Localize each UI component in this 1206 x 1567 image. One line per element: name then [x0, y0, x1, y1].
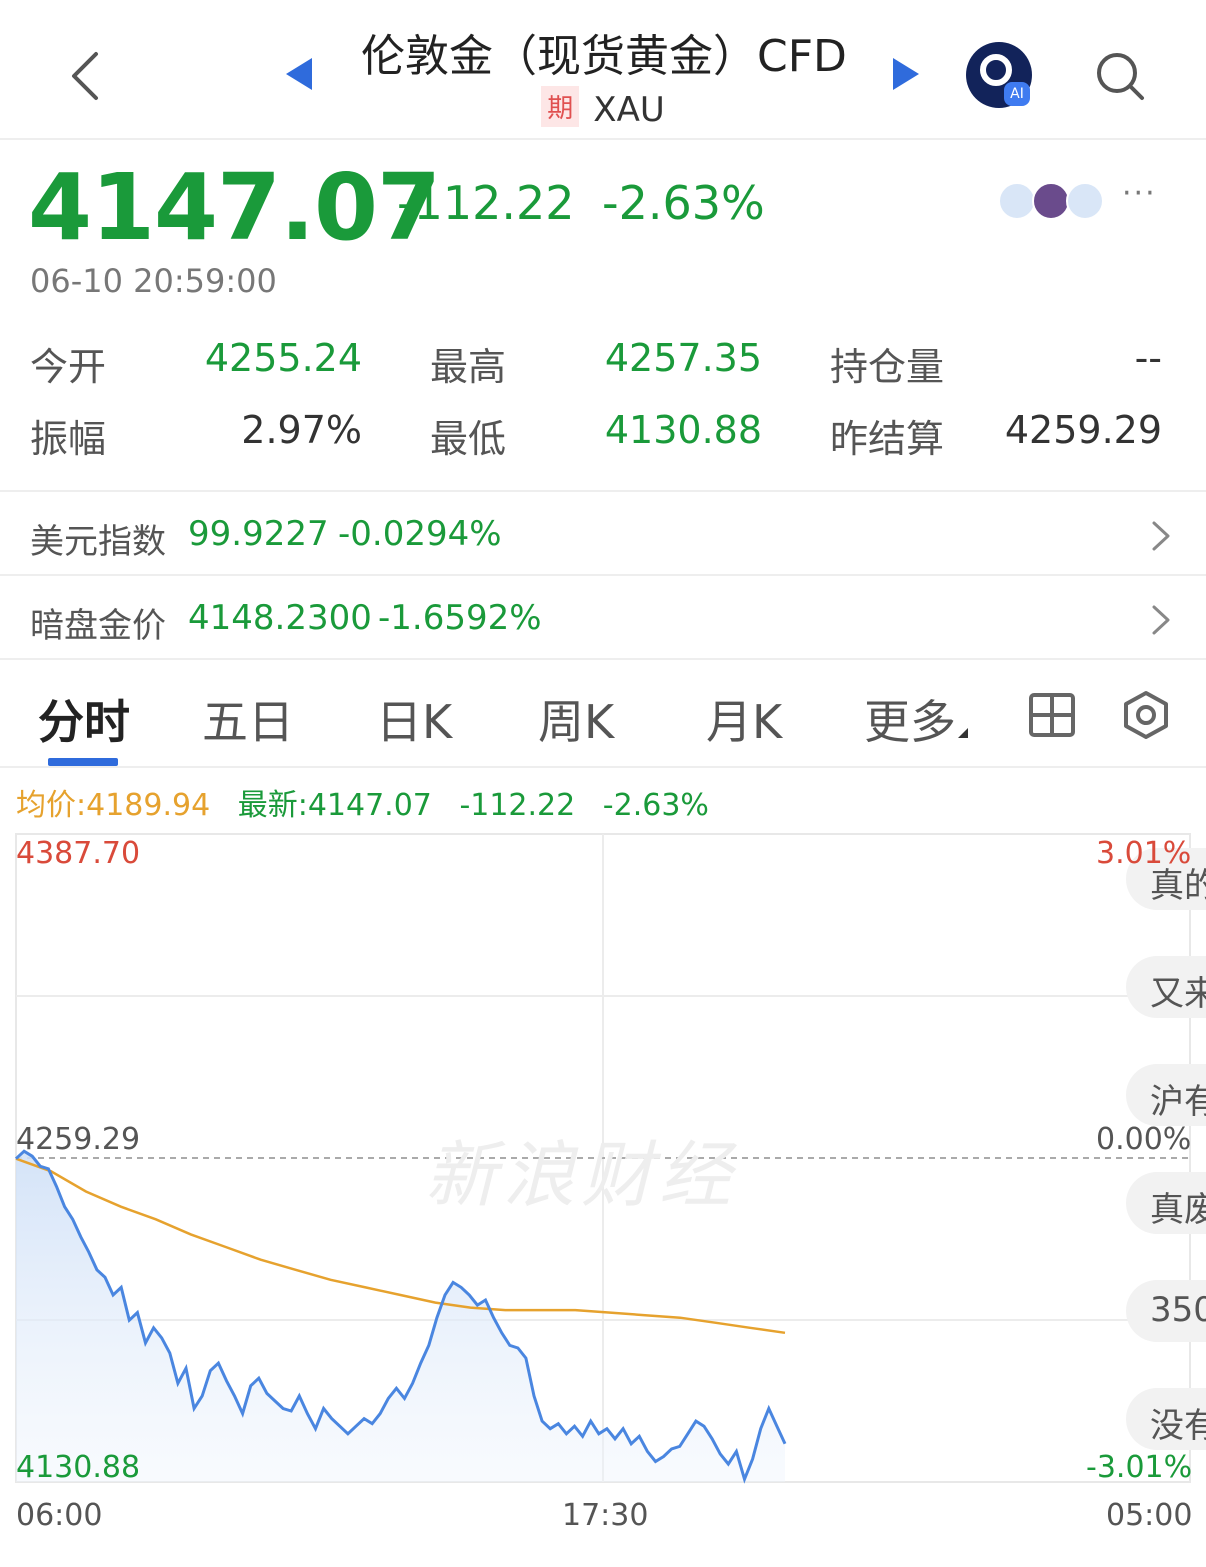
tab-more[interactable]: 更多	[864, 686, 956, 752]
search-icon[interactable]	[1094, 50, 1146, 102]
divider	[0, 658, 1206, 660]
tab-daily-k[interactable]: 日K	[376, 686, 452, 752]
header: 伦敦金（现货黄金）CFD 期 XAU AI	[0, 0, 1206, 140]
weibo-icon	[998, 182, 1036, 220]
related-value: 4148.2300	[188, 598, 372, 638]
ai-assistant-button[interactable]: AI	[966, 42, 1032, 108]
low-label: 最低	[430, 417, 507, 461]
amplitude-label: 振幅	[30, 417, 107, 461]
open-label: 今开	[30, 345, 107, 389]
tab-monthly-k[interactable]: 月K	[706, 686, 782, 752]
chevron-right-icon	[1152, 521, 1170, 551]
high-value: 4257.35	[604, 336, 762, 380]
page-title: 伦敦金（现货黄金）CFD	[361, 31, 847, 82]
legend-change-percent: -2.63%	[602, 788, 709, 823]
y-axis-top-label: 4387.70	[16, 836, 141, 871]
pct-axis-mid-label: 0.00%	[1096, 1122, 1192, 1157]
y-axis-bottom-label: 4130.88	[16, 1450, 141, 1485]
watermark: 新浪财经	[425, 1133, 738, 1217]
active-tab-indicator	[48, 758, 118, 766]
prev-settlement-value: 4259.29	[1004, 408, 1162, 452]
price-change-percent: -2.63%	[602, 176, 765, 230]
next-instrument-arrow-icon[interactable]	[893, 58, 919, 90]
chart-period-tabs: 分时 五日 日K 周K 月K 更多	[0, 664, 1206, 768]
divider	[0, 574, 1206, 576]
legend-change: -112.22	[459, 788, 576, 823]
layout-grid-icon[interactable]	[1028, 692, 1076, 738]
user-avatar	[1032, 182, 1070, 220]
comment-bubble[interactable]: 又来	[1126, 956, 1206, 1018]
x-axis-start-label: 06:00	[16, 1498, 103, 1533]
x-axis-mid-label: 17:30	[562, 1498, 649, 1533]
related-label: 美元指数	[30, 522, 166, 562]
open-interest-value: --	[1134, 336, 1162, 380]
divider	[0, 490, 1206, 492]
comment-bubble[interactable]: 350	[1126, 1280, 1206, 1342]
symbol-label: XAU	[593, 90, 665, 130]
open-value: 4255.24	[204, 336, 362, 380]
pct-axis-top-label: 3.01%	[1096, 836, 1192, 871]
tab-weekly-k[interactable]: 周K	[538, 686, 614, 752]
more-options-icon[interactable]: ···	[1122, 176, 1157, 211]
price-change: -112.22	[397, 176, 575, 230]
high-label: 最高	[430, 345, 507, 389]
tab-five-day[interactable]: 五日	[202, 686, 294, 752]
quote-timestamp: 06-10 20:59:00	[30, 262, 277, 300]
comment-bubble[interactable]: 沪有	[1126, 1064, 1206, 1126]
settings-icon[interactable]	[1122, 690, 1170, 740]
weibo-icon	[1066, 182, 1104, 220]
comment-bubble[interactable]: 没有	[1126, 1388, 1206, 1450]
comment-bubble[interactable]: 真废	[1126, 1172, 1206, 1234]
amplitude-value: 2.97%	[241, 408, 362, 452]
prev-settlement-label: 昨结算	[830, 417, 945, 461]
tab-intraday[interactable]: 分时	[38, 686, 130, 752]
futures-tag: 期	[541, 86, 580, 127]
chart-legend: 均价:4189.94 最新:4147.07 -112.22 -2.63%	[16, 780, 709, 824]
open-interest-label: 持仓量	[830, 345, 945, 389]
low-value: 4130.88	[604, 408, 762, 452]
dropdown-triangle-icon	[958, 728, 968, 738]
social-avatars[interactable]	[998, 180, 1108, 222]
y-axis-prev-close-label: 4259.29	[16, 1122, 141, 1157]
related-value: 99.9227	[188, 514, 329, 554]
chevron-right-icon	[1152, 605, 1170, 635]
related-row-dark-gold[interactable]: 暗盘金价 4148.2300 -1.6592%	[0, 578, 1206, 662]
pct-axis-bottom-label: -3.01%	[1086, 1450, 1193, 1485]
related-row-dollar-index[interactable]: 美元指数 99.9227 -0.0294%	[0, 494, 1206, 578]
average-price-legend: 均价:4189.94	[16, 788, 211, 823]
related-change: -0.0294%	[338, 514, 502, 554]
related-label: 暗盘金价	[30, 606, 166, 646]
ai-logo-icon	[980, 54, 1012, 86]
last-price: 4147.07	[28, 154, 441, 261]
related-change: -1.6592%	[378, 598, 542, 638]
latest-price-legend: 最新:4147.07	[237, 788, 432, 823]
ai-badge: AI	[1004, 82, 1030, 106]
x-axis-end-label: 05:00	[1106, 1498, 1193, 1533]
